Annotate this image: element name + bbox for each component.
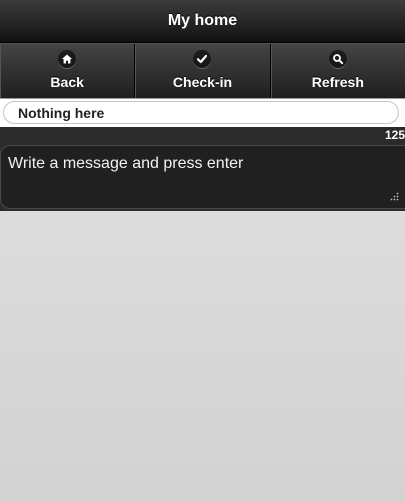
header-bar: My home bbox=[0, 0, 405, 43]
navbar: Back Check-in Refresh bbox=[0, 43, 405, 98]
refresh-button[interactable]: Refresh bbox=[270, 44, 405, 98]
check-icon bbox=[193, 50, 212, 68]
status-bar: Nothing here bbox=[0, 98, 405, 128]
back-label: Back bbox=[50, 74, 84, 90]
back-button[interactable]: Back bbox=[0, 44, 136, 98]
resize-grip-icon[interactable] bbox=[389, 189, 399, 201]
check-in-label: Check-in bbox=[172, 74, 233, 90]
home-icon bbox=[58, 50, 77, 68]
message-input[interactable] bbox=[0, 145, 405, 209]
check-in-button[interactable]: Check-in bbox=[135, 44, 271, 98]
status-message-box: Nothing here bbox=[3, 101, 399, 124]
char-counter: 125 bbox=[384, 128, 405, 142]
status-text: Nothing here bbox=[18, 104, 105, 121]
message-composer: 125 bbox=[0, 127, 405, 211]
refresh-label: Refresh bbox=[311, 74, 364, 90]
page-title: My home bbox=[167, 12, 238, 29]
app-window: My home Back Check-in Refresh Nothing he… bbox=[0, 0, 405, 502]
search-icon bbox=[328, 50, 347, 68]
